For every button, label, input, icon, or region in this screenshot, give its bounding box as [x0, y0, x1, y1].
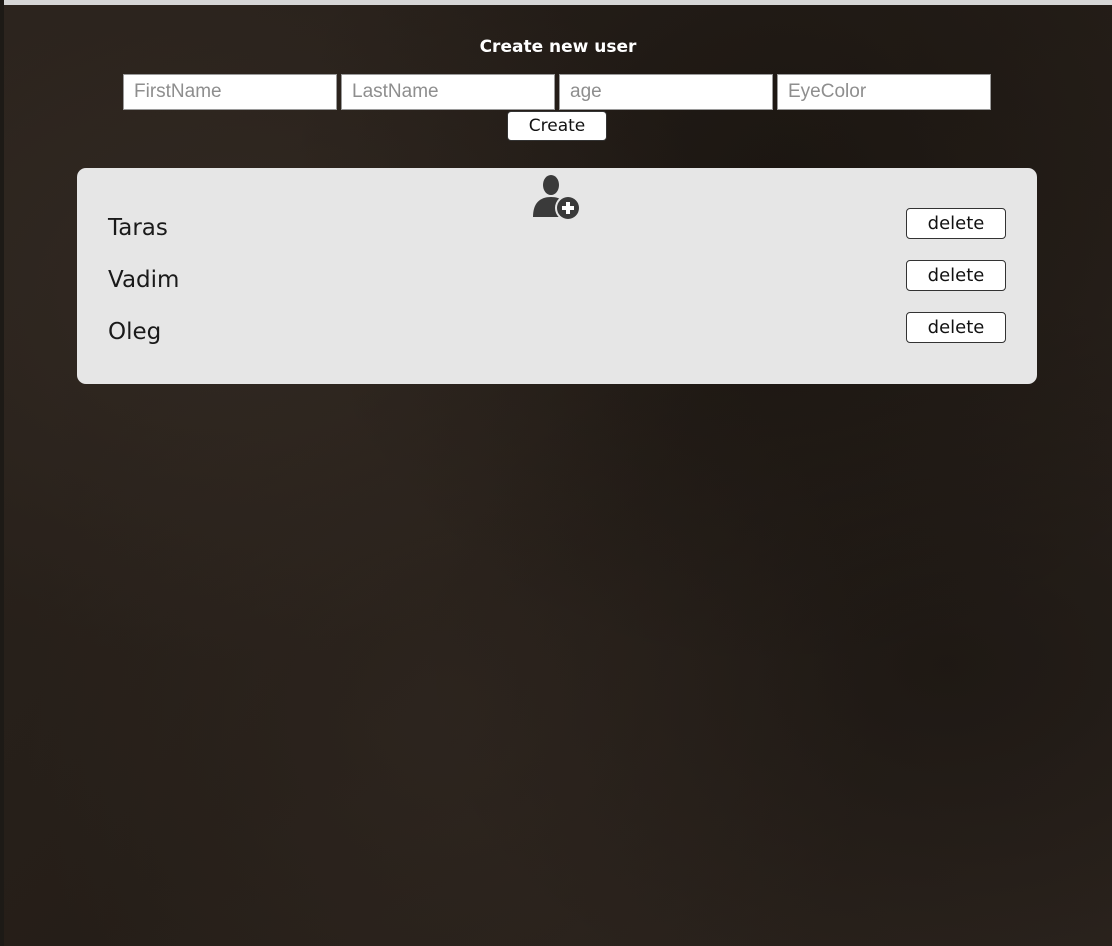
delete-button[interactable]: delete	[906, 208, 1006, 239]
user-name: Taras	[108, 215, 168, 241]
create-user-form	[123, 74, 993, 110]
user-row: Oleg delete	[77, 312, 1037, 352]
delete-button[interactable]: delete	[906, 260, 1006, 291]
age-input[interactable]	[559, 74, 773, 110]
page-background: Create new user Create Taras delete Vadi…	[4, 5, 1112, 946]
users-panel: Taras delete Vadim delete Oleg delete	[77, 168, 1037, 384]
eye-color-input[interactable]	[777, 74, 991, 110]
user-name: Vadim	[108, 267, 180, 293]
last-name-input[interactable]	[341, 74, 555, 110]
first-name-input[interactable]	[123, 74, 337, 110]
user-name: Oleg	[108, 319, 162, 345]
user-row: Taras delete	[77, 208, 1037, 248]
form-title: Create new user	[479, 37, 637, 57]
user-row: Vadim delete	[77, 260, 1037, 300]
delete-button[interactable]: delete	[906, 312, 1006, 343]
create-button[interactable]: Create	[507, 111, 607, 141]
